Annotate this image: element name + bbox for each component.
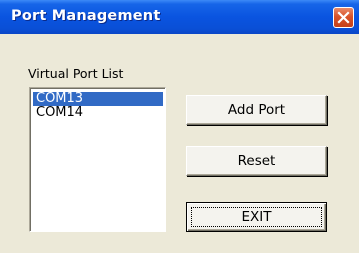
virtual-port-listbox[interactable]: COM13 COM14 [29, 87, 166, 232]
add-port-button[interactable]: Add Port [186, 95, 327, 125]
close-button[interactable] [333, 7, 354, 28]
port-management-window: Port Management Virtual Port List COM13 … [0, 0, 359, 253]
exit-button-label: EXIT [241, 209, 272, 225]
window-title: Port Management [11, 8, 161, 24]
virtual-port-list-label: Virtual Port List [28, 66, 124, 81]
exit-button[interactable]: EXIT [186, 202, 327, 232]
list-item-com14[interactable]: COM14 [33, 106, 163, 120]
reset-button[interactable]: Reset [186, 146, 327, 176]
title-bar[interactable]: Port Management [0, 0, 359, 34]
close-x-icon [337, 11, 350, 24]
list-item-com13[interactable]: COM13 [33, 92, 163, 106]
